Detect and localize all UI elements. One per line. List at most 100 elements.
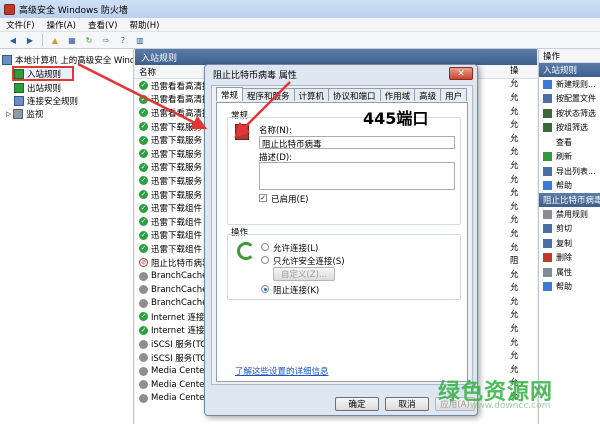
rule-action-cell: 允 bbox=[510, 147, 519, 158]
action-item[interactable]: 刷新 bbox=[539, 150, 600, 165]
tree-item-outbound-rules[interactable]: 出站规则 bbox=[0, 81, 133, 94]
rule-name: 迅雷下载组件 bbox=[151, 217, 203, 228]
tree-item-label: 入站规则 bbox=[27, 69, 62, 80]
block-connection-radio[interactable] bbox=[261, 285, 269, 293]
help-icon[interactable]: ? bbox=[116, 34, 130, 46]
action-item[interactable]: 剪切 bbox=[539, 222, 600, 237]
action-item[interactable]: 帮助 bbox=[539, 280, 600, 295]
enabled-rule-icon: ✓ bbox=[139, 162, 148, 172]
close-button[interactable]: ✕ bbox=[449, 67, 473, 80]
expand-arrow-icon[interactable]: ▷ bbox=[6, 110, 11, 118]
action-item[interactable]: 禁用规则 bbox=[539, 207, 600, 222]
help-icon bbox=[543, 282, 552, 292]
action-item-label: 剪切 bbox=[556, 224, 572, 234]
view-icon bbox=[543, 137, 552, 147]
disabled-rule-icon bbox=[139, 366, 148, 376]
rule-block-icon bbox=[235, 124, 249, 140]
tree-item-monitor[interactable]: ▷ 监视 bbox=[0, 107, 133, 120]
rule-name: 阻止比特币病毒 bbox=[151, 258, 211, 269]
actions-section-inbound[interactable]: 入站规则 bbox=[539, 63, 600, 77]
tab-protocols-ports[interactable]: 协议和端口 bbox=[328, 88, 381, 102]
action-item[interactable]: 按配置文件 bbox=[539, 92, 600, 107]
navigation-tree: 本地计算机 上的高级安全 Wind 入站规则 出站规则 连接安全规则 ▷ 监视 bbox=[0, 49, 134, 424]
tree-item-connection-security[interactable]: 连接安全规则 bbox=[0, 94, 133, 107]
delete-icon bbox=[543, 253, 552, 263]
name-field[interactable]: 阻止比特币病毒 bbox=[259, 136, 455, 150]
rule-action-cell: 允 bbox=[510, 242, 519, 253]
rule-name: BranchCache bbox=[151, 284, 208, 295]
action-item[interactable]: 删除 bbox=[539, 251, 600, 266]
rule-action-cell: 允 bbox=[510, 92, 519, 103]
tab-advanced[interactable]: 高级 bbox=[414, 88, 442, 102]
enabled-rule-icon: ✓ bbox=[139, 217, 148, 227]
actions-pane: 操作 入站规则 新建规则... 按配置文件 按状态筛选 按组筛选 查看 刷新 导出列表...… bbox=[538, 49, 600, 424]
rules-panel-header: 入站规则 bbox=[135, 49, 537, 65]
refresh-icon[interactable]: ↻ bbox=[82, 34, 96, 46]
action-item[interactable]: 复制 bbox=[539, 236, 600, 251]
enabled-rule-icon: ✓ bbox=[139, 122, 148, 132]
action-item[interactable]: 属性 bbox=[539, 265, 600, 280]
action-item[interactable]: 导出列表... bbox=[539, 164, 600, 179]
show-pane-icon[interactable]: ▥ bbox=[133, 34, 147, 46]
dialog-title-bar: 阻止比特币病毒 属性 ✕ bbox=[205, 65, 477, 83]
customize-button[interactable]: 自定义(Z)... bbox=[273, 267, 335, 281]
menu-view[interactable]: 查看(V) bbox=[88, 19, 117, 31]
up-folder-icon[interactable]: ▲ bbox=[48, 34, 62, 46]
learn-more-link[interactable]: 了解这些设置的详细信息 bbox=[235, 365, 329, 377]
rule-name: 迅雷下载组件 bbox=[151, 244, 203, 255]
action-item[interactable]: 按状态筛选 bbox=[539, 106, 600, 121]
forward-icon[interactable]: ▶ bbox=[23, 34, 37, 46]
tab-scope[interactable]: 作用域 bbox=[379, 88, 416, 102]
allow-secure-label: 只允许安全连接(S) bbox=[273, 257, 345, 267]
rule-name: 迅雷看看高清播 bbox=[151, 81, 211, 92]
actions-section-rule[interactable]: 阻止比特币病毒 bbox=[539, 193, 600, 207]
properties-dialog: 阻止比特币病毒 属性 ✕ 常规 程序和服务 计算机 协议和端口 作用域 高级 用… bbox=[204, 64, 478, 416]
back-icon[interactable]: ◀ bbox=[6, 34, 20, 46]
toolbar-separator bbox=[42, 34, 43, 46]
properties-icon bbox=[543, 267, 552, 277]
menu-help[interactable]: 帮助(H) bbox=[129, 19, 159, 31]
cancel-button[interactable]: 取消 bbox=[385, 397, 429, 411]
rule-name: BranchCache bbox=[151, 298, 208, 309]
dialog-body: 常规 程序和服务 计算机 协议和端口 作用域 高级 用户 常规 445端口 名称… bbox=[211, 85, 473, 385]
rule-name: 迅雷下载服务 bbox=[151, 163, 203, 174]
menu-action[interactable]: 操作(A) bbox=[47, 19, 76, 31]
tree-item-inbound-rules[interactable]: 入站规则 bbox=[12, 66, 74, 81]
tab-users[interactable]: 用户 bbox=[440, 88, 468, 102]
allow-connection-radio[interactable] bbox=[261, 243, 269, 251]
action-item-label: 按状态筛选 bbox=[556, 108, 596, 118]
action-item-label: 帮助 bbox=[556, 282, 572, 292]
description-field[interactable] bbox=[259, 162, 455, 190]
help-icon bbox=[543, 181, 552, 191]
action-item[interactable]: 帮助 bbox=[539, 179, 600, 194]
cut-icon bbox=[543, 224, 552, 234]
computer-icon bbox=[2, 54, 12, 65]
enabled-rule-icon: ✓ bbox=[139, 230, 148, 240]
action-item-label: 查看 bbox=[556, 137, 572, 147]
ok-button[interactable]: 确定 bbox=[335, 397, 379, 411]
show-tree-icon[interactable]: ▦ bbox=[65, 34, 79, 46]
tab-computers[interactable]: 计算机 bbox=[293, 88, 330, 102]
tab-programs-services[interactable]: 程序和服务 bbox=[242, 88, 295, 102]
tree-root[interactable]: 本地计算机 上的高级安全 Wind bbox=[0, 53, 133, 66]
action-item[interactable]: 新建规则... bbox=[539, 77, 600, 92]
action-item[interactable]: 按组筛选 bbox=[539, 121, 600, 136]
rule-action-cell: 允 bbox=[510, 201, 519, 212]
dialog-tabs: 常规 程序和服务 计算机 协议和端口 作用域 高级 用户 bbox=[216, 87, 468, 102]
enabled-rule-icon: ✓ bbox=[139, 135, 148, 145]
export-icon[interactable]: ⇨ bbox=[99, 34, 113, 46]
tree-root-label: 本地计算机 上的高级安全 Wind bbox=[15, 55, 133, 66]
tab-general[interactable]: 常规 bbox=[216, 87, 244, 101]
column-name-label: 名称 bbox=[139, 67, 157, 78]
disabled-rule-icon bbox=[139, 393, 148, 403]
enabled-rule-icon: ✓ bbox=[139, 190, 148, 200]
rule-name: 迅雷看看高清播 bbox=[151, 108, 211, 119]
tree-item-label: 连接安全规则 bbox=[27, 96, 79, 107]
allow-secure-radio[interactable] bbox=[261, 256, 269, 264]
menu-file[interactable]: 文件(F) bbox=[6, 19, 35, 31]
rule-name: 迅雷下载服务 bbox=[151, 149, 203, 160]
group-filter-icon bbox=[543, 123, 552, 133]
rule-action-cell: 允 bbox=[510, 120, 519, 131]
enabled-checkbox[interactable]: ✓ bbox=[259, 194, 267, 202]
action-item[interactable]: 查看 bbox=[539, 135, 600, 150]
